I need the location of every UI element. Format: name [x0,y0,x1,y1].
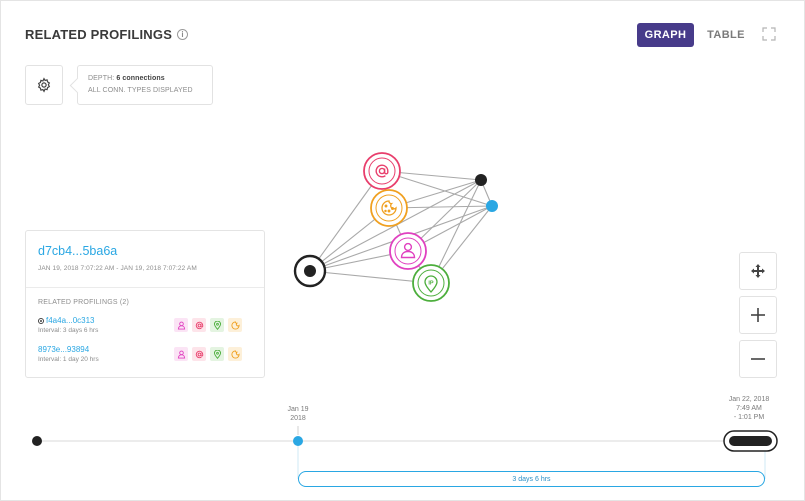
profile-dates: JAN 19, 2018 7:07:22 AM - JAN 19, 2018 7… [38,265,197,272]
timeline-end-time-end: - 1:01 PM [733,414,765,421]
location-pin-icon [210,347,224,361]
cookie-node[interactable] [370,189,408,227]
table-view-button[interactable]: TABLE [701,23,751,47]
at-sign-icon [192,347,206,361]
location-pin-icon [210,318,224,332]
profile-id-link[interactable]: d7cb4...5ba6a [38,244,117,258]
list-item: f4a4a...0c313 Interval: 3 days 6 hrs [38,316,258,340]
at-sign-icon [192,318,206,332]
info-icon[interactable]: i [177,29,189,40]
cookie-icon [228,347,242,361]
timeline-start-label: Jan 19 2018 [278,405,318,423]
gear-icon [37,77,51,93]
svg-text:IP: IP [428,281,434,287]
expand-icon[interactable] [761,26,777,42]
cookie-icon [228,318,242,332]
connection-types: ALL CONN. TYPES DISPLAYED [88,87,193,94]
fit-view-button[interactable] [739,252,777,290]
timeline-end-date: Jan 22, 2018 [728,396,770,403]
origin-node[interactable] [293,254,327,288]
graph-view-button[interactable]: GRAPH [637,23,694,47]
settings-summary: DEPTH: 6 connections ALL CONN. TYPES DIS… [77,65,213,105]
related-profilings-card: RELATED PROFILINGS i GRAPH TABLE DEPTH: … [0,0,805,501]
email-node[interactable] [363,152,401,190]
connection-icons [174,318,242,332]
connection-icons [174,347,242,361]
user-icon [174,318,188,332]
plus-icon [751,308,765,322]
profile-panel: d7cb4...5ba6a JAN 19, 2018 7:07:22 AM - … [25,230,265,378]
depth-label: DEPTH: [88,75,115,82]
minus-icon [751,358,765,360]
user-node[interactable] [389,232,427,270]
page-title: RELATED PROFILINGS i [25,27,189,42]
black-node[interactable] [475,174,487,186]
zoom-out-button[interactable] [739,340,777,378]
timeline-end-label: Jan 22, 2018 7:49 AM - 1:01 PM [717,395,781,422]
user-icon [174,347,188,361]
timeline-duration-range[interactable]: 3 days 6 hrs [298,471,765,487]
panel-divider [26,287,264,288]
timeline-end-time-start: 7:49 AM [736,405,762,412]
timeline-end-handle[interactable] [723,430,778,452]
fit-arrows-icon [751,264,765,278]
zoom-in-button[interactable] [739,296,777,334]
timeline-start-date: Jan 19 [287,406,309,413]
settings-button[interactable] [25,65,63,105]
timeline-start-marker[interactable] [32,436,42,446]
related-count-label: RELATED PROFILINGS (2) [38,299,130,306]
timeline-start-year: 2018 [290,415,306,422]
blue-node[interactable] [486,200,498,212]
page-title-text: RELATED PROFILINGS [25,27,173,42]
target-icon [38,317,44,324]
timeline-selected-marker[interactable] [293,436,303,446]
depth-value: 6 connections [116,75,165,82]
related-profile-link[interactable]: f4a4a...0c313 [46,316,94,325]
ip-node[interactable]: IP [412,264,450,302]
related-profile-link[interactable]: 8973e...93894 [38,345,89,354]
list-item: 8973e...93894 Interval: 1 day 20 hrs [38,345,258,369]
